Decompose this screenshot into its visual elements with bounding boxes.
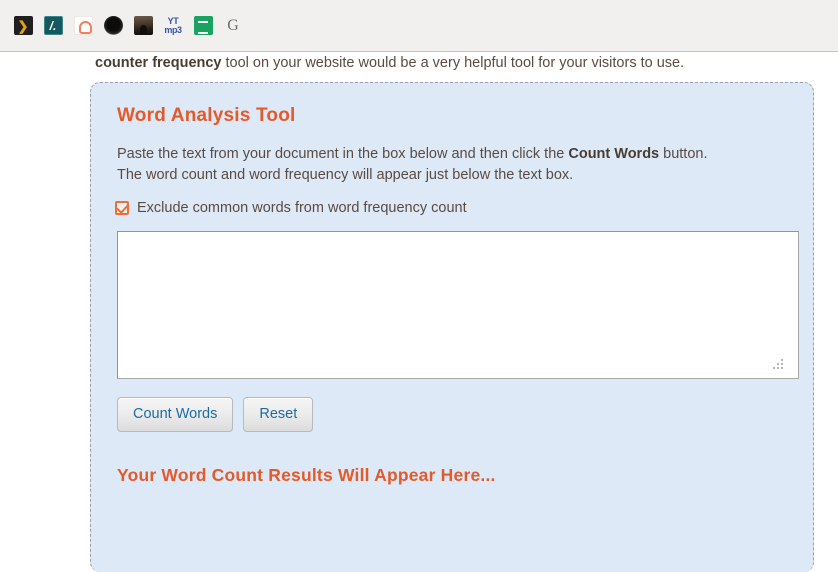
desc-line-2: The word count and word frequency will a… — [117, 167, 574, 183]
ytmp3-icon: YT mp3 — [161, 16, 185, 35]
exclude-common-words-label: Exclude common words from word frequency… — [137, 200, 467, 216]
bookmarks-bar: YT mp3 — [0, 0, 838, 52]
intro-rest-text: tool on your website would be a very hel… — [221, 55, 685, 71]
dark-circle-icon — [103, 16, 123, 35]
action-button-row: Count Words Reset — [117, 397, 314, 432]
bookmark-teal-slash[interactable] — [38, 8, 68, 44]
teal-slash-icon — [43, 16, 63, 35]
bookmark-google-sheets[interactable] — [188, 8, 218, 44]
reset-button[interactable]: Reset — [243, 397, 314, 432]
bookmark-photo[interactable] — [128, 8, 158, 44]
google-g-icon — [226, 16, 240, 35]
exclude-common-words-checkbox[interactable] — [115, 201, 129, 215]
intro-paragraph: counter frequency tool on your website w… — [95, 53, 795, 74]
bookmark-plex[interactable] — [8, 8, 38, 44]
count-words-button[interactable]: Count Words — [117, 397, 234, 432]
bookmark-home[interactable] — [68, 8, 98, 44]
ytmp3-bottom-text: mp3 — [164, 25, 182, 35]
exclude-common-words-row[interactable]: Exclude common words from word frequency… — [115, 200, 467, 216]
bookmark-dark-circle[interactable] — [98, 8, 128, 44]
word-analysis-panel: Word Analysis Tool Paste the text from y… — [90, 82, 814, 572]
bookmark-ytmp3[interactable]: YT mp3 — [158, 8, 188, 44]
page-content: counter frequency tool on your website w… — [0, 53, 838, 572]
desc-bold-count-words: Count Words — [568, 146, 660, 162]
plex-icon — [13, 16, 33, 35]
photo-thumb-icon — [133, 16, 153, 35]
home-outline-icon — [73, 16, 93, 35]
document-text-input[interactable] — [117, 231, 799, 379]
panel-description: Paste the text from your document in the… — [117, 144, 777, 186]
desc-part-1: Paste the text from your document in the… — [117, 146, 569, 162]
panel-title: Word Analysis Tool — [117, 105, 296, 126]
desc-part-3: button. — [659, 146, 708, 162]
bookmark-google[interactable] — [218, 8, 248, 44]
intro-bold-phrase: counter frequency — [95, 55, 222, 71]
results-placeholder-heading: Your Word Count Results Will Appear Here… — [117, 465, 496, 485]
google-sheets-icon — [193, 16, 213, 35]
